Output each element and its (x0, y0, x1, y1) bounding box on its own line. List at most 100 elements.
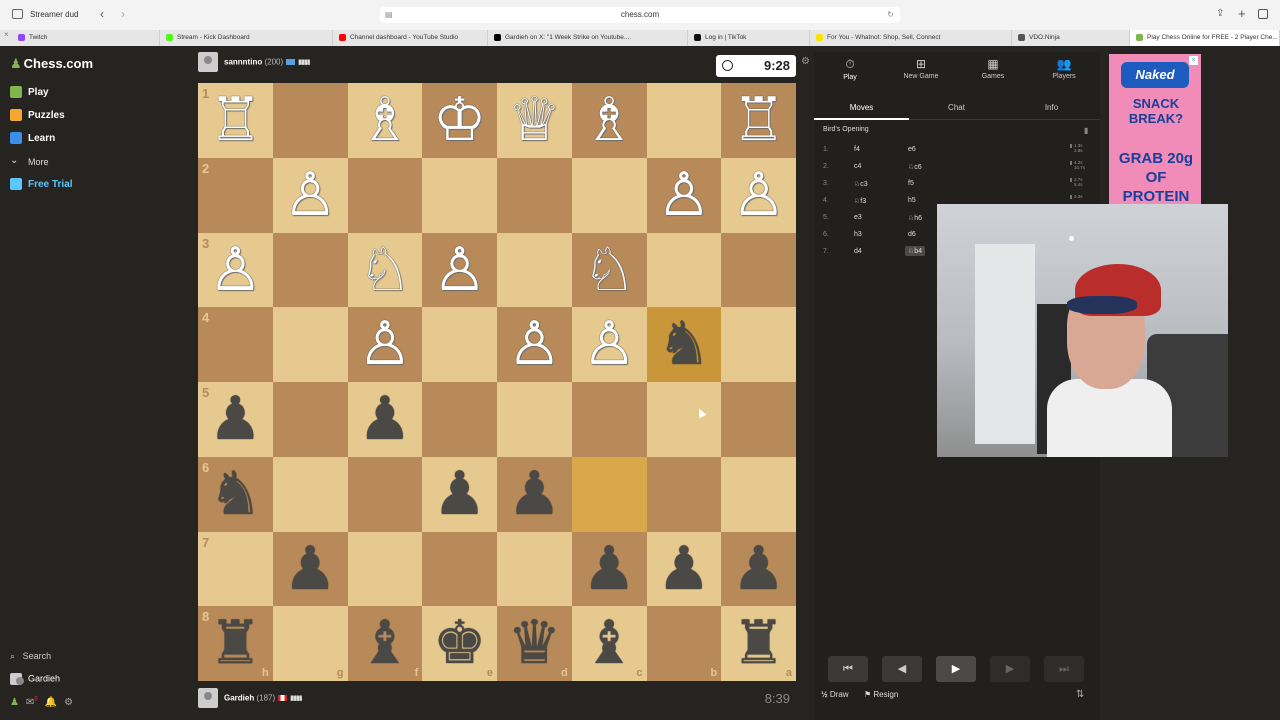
browser-tab[interactable]: Log in | TikTok (688, 30, 810, 46)
subtab-moves[interactable]: Moves (814, 96, 909, 120)
square-e6[interactable]: ♟ (422, 456, 497, 532)
reader-icon[interactable]: ▤ (385, 7, 393, 23)
black-move[interactable]: f5 (908, 180, 914, 187)
chess-piece[interactable]: ♛ (497, 606, 572, 681)
square-h3[interactable]: 3 ♙ (198, 232, 273, 308)
chess-piece[interactable]: ♕ (497, 83, 572, 158)
player-name[interactable]: Gardieh (224, 694, 254, 703)
panel-tab-new-game[interactable]: ⊞ New Game (891, 57, 951, 80)
square-a6[interactable] (721, 456, 796, 532)
square-a3[interactable] (721, 232, 796, 308)
chess-piece[interactable]: ♝ (572, 606, 647, 681)
square-d7[interactable] (497, 531, 572, 607)
white-move[interactable]: h3 (854, 231, 862, 238)
new-tab-icon[interactable]: + (1238, 6, 1246, 21)
chess-piece[interactable]: ♟ (198, 382, 273, 457)
black-move[interactable]: ♘c6 (908, 163, 922, 171)
square-c4[interactable]: ♙ (571, 307, 647, 382)
square-f8[interactable]: f ♝ (347, 606, 423, 681)
white-move[interactable]: d4 (854, 248, 862, 255)
share-icon[interactable]: ⇪ (1216, 8, 1224, 19)
square-a8[interactable]: a ♜ (721, 606, 796, 681)
opening-book-icon[interactable]: ▮ (1084, 126, 1088, 135)
tab-close-icon[interactable]: × (4, 30, 9, 39)
browser-tab[interactable]: VDO.Ninja (1012, 30, 1130, 46)
sidebar-toggle-icon[interactable] (12, 9, 23, 19)
friends-icon[interactable]: ♟ (10, 697, 19, 708)
square-e4[interactable] (422, 307, 497, 382)
square-c8[interactable]: c ♝ (571, 606, 647, 681)
chess-piece[interactable]: ♗ (572, 83, 647, 158)
square-a7[interactable]: ♟ (721, 531, 796, 607)
square-g4[interactable] (272, 307, 348, 382)
sidebar-item-free-trial[interactable]: Free Trial (10, 175, 96, 195)
square-g3[interactable] (272, 232, 348, 308)
chess-piece[interactable]: ♙ (273, 158, 348, 233)
sidebar-item-learn[interactable]: Learn (10, 129, 96, 149)
square-g5[interactable] (272, 382, 348, 457)
square-c7[interactable]: ♟ (571, 531, 647, 607)
black-move[interactable]: ♘h6 (908, 214, 922, 222)
chess-piece[interactable]: ♙ (647, 158, 722, 233)
chess-piece[interactable]: ♜ (198, 606, 273, 681)
square-a1[interactable]: ♖ (721, 83, 796, 158)
flip-board-icon[interactable]: ⇅ (1076, 689, 1084, 700)
black-move[interactable]: e6 (908, 146, 916, 153)
browser-tab[interactable]: Gardieh on X: "1 Week Strike on Youtube.… (488, 30, 688, 46)
subtab-chat[interactable]: Chat (909, 96, 1004, 120)
chess-piece[interactable]: ♙ (497, 307, 572, 382)
square-a5[interactable] (721, 382, 796, 457)
chess-piece[interactable]: ♙ (422, 233, 497, 308)
square-f6[interactable] (347, 456, 423, 532)
panel-tab-games[interactable]: ▦ Games (963, 57, 1023, 80)
board-settings-gear-icon[interactable]: ⚙ (801, 56, 810, 67)
square-d2[interactable] (497, 157, 572, 233)
square-d8[interactable]: d ♛ (497, 606, 572, 681)
square-b4[interactable]: ♞ (646, 307, 722, 382)
chess-piece[interactable]: ♙ (721, 158, 796, 233)
black-move[interactable]: ♘b4 (905, 246, 926, 256)
chess-piece[interactable]: ♟ (273, 532, 348, 607)
settings-gear-icon[interactable]: ⚙ (64, 697, 73, 708)
square-b5[interactable] (646, 382, 722, 457)
square-f5[interactable]: ♟ (347, 382, 423, 457)
subtab-info[interactable]: Info (1004, 96, 1099, 120)
draw-button[interactable]: ½ Draw (821, 690, 849, 699)
black-move[interactable]: d6 (908, 231, 916, 238)
first-move-icon[interactable]: ⏮ (828, 656, 868, 682)
back-arrow-icon[interactable]: ‹ (100, 7, 104, 21)
forward-arrow-icon[interactable]: › (121, 7, 125, 21)
user-link[interactable]: Gardieh (10, 673, 60, 685)
square-a4[interactable] (721, 307, 796, 382)
square-e5[interactable] (422, 382, 497, 457)
white-move[interactable]: e3 (854, 214, 862, 221)
sidebar-item-more[interactable]: ⌄ More (10, 152, 96, 172)
square-d1[interactable]: ♕ (497, 83, 572, 158)
chess-piece[interactable]: ♝ (348, 606, 423, 681)
chess-piece[interactable]: ♟ (348, 382, 423, 457)
browser-tab[interactable]: Twitch (12, 30, 160, 46)
last-move-icon[interactable]: ⏭ (1044, 656, 1084, 682)
chess-piece[interactable]: ♘ (572, 233, 647, 308)
square-g8[interactable]: g (272, 606, 348, 681)
chess-piece[interactable]: ♞ (647, 307, 722, 382)
chess-piece[interactable]: ♖ (198, 83, 273, 158)
player-avatar[interactable] (198, 688, 218, 708)
square-e1[interactable]: ♔ (422, 83, 497, 158)
square-h7[interactable]: 7 (198, 531, 273, 607)
square-d4[interactable]: ♙ (497, 307, 572, 382)
chess-piece[interactable]: ♟ (422, 457, 497, 532)
square-b1[interactable] (646, 83, 722, 158)
square-e8[interactable]: e ♚ (422, 606, 497, 681)
play-icon[interactable]: ▶ (936, 656, 976, 682)
chess-piece[interactable]: ♔ (422, 83, 497, 158)
chess-piece[interactable]: ♟ (721, 532, 796, 607)
square-g7[interactable]: ♟ (272, 531, 348, 607)
chess-piece[interactable]: ♟ (647, 532, 722, 607)
square-f1[interactable]: ♗ (347, 83, 423, 158)
square-b7[interactable]: ♟ (646, 531, 722, 607)
square-d6[interactable]: ♟ (497, 456, 572, 532)
square-d3[interactable] (497, 232, 572, 308)
square-f2[interactable] (347, 157, 423, 233)
chesscom-logo[interactable]: ♟ Chess.com (10, 56, 93, 72)
